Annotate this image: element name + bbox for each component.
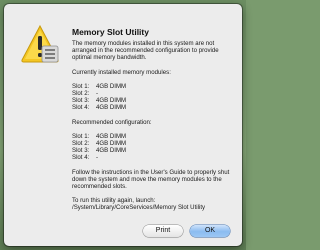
current-slot-row: Slot 1: 4GB DIMM [72,82,127,90]
current-slot-row: Slot 4: 4GB DIMM [72,104,127,112]
current-config-heading: Currently installed memory modules: [72,68,171,76]
alert-dialog: Memory Slot Utility The memory modules i… [4,4,242,246]
dialog-buttons: Print OK [143,225,230,237]
print-button[interactable]: Print [143,225,183,237]
warning-message: The memory modules installed in this sys… [72,40,219,62]
recommended-slot-row: Slot 4: - [72,154,99,162]
caution-icon [20,24,60,64]
instructions-text: Follow the instructions in the User's Gu… [72,168,230,191]
current-slot-row: Slot 2: - [72,90,99,98]
recommended-config-heading: Recommended configuration: [72,118,152,126]
recommended-slot-row: Slot 2: 4GB DIMM [72,140,127,148]
dialog-title: Memory Slot Utility [72,27,149,37]
current-slot-row: Slot 3: 4GB DIMM [72,97,127,105]
recommended-slot-row: Slot 1: 4GB DIMM [72,132,127,140]
ok-button[interactable]: OK [190,225,230,237]
rerun-note: To run this utility again, launch: /Syst… [72,197,206,212]
recommended-slot-row: Slot 3: 4GB DIMM [72,147,127,155]
dialog-message: The memory modules installed in this sys… [72,40,238,212]
